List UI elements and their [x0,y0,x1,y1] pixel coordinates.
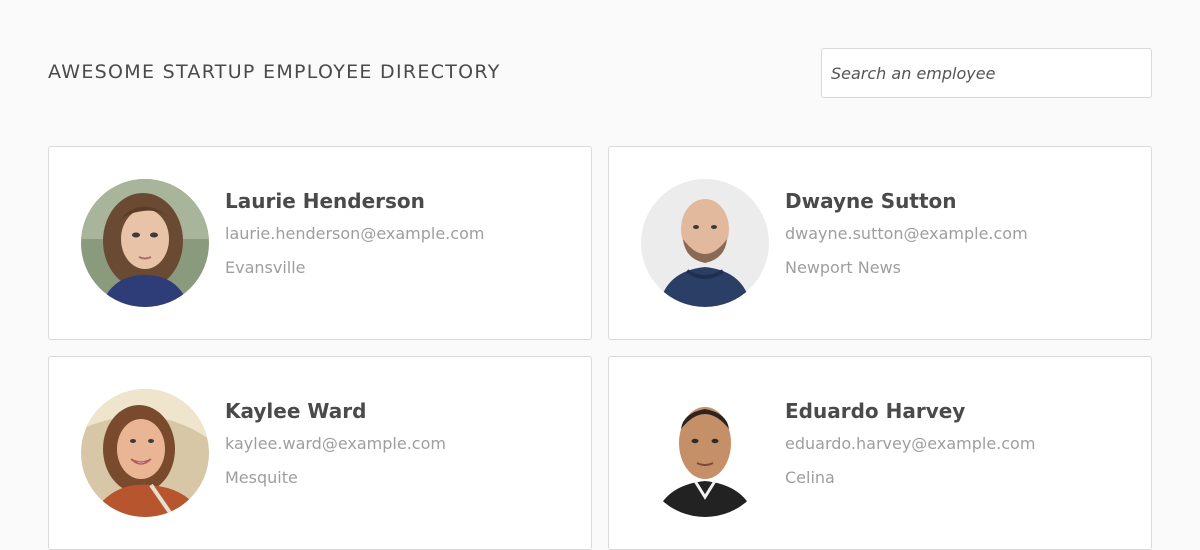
employee-card[interactable]: Kaylee Ward kaylee.ward@example.com Mesq… [48,356,592,550]
employee-email: dwayne.sutton@example.com [785,224,1028,243]
page-title: AWESOME STARTUP EMPLOYEE DIRECTORY [48,61,501,83]
header: AWESOME STARTUP EMPLOYEE DIRECTORY [48,48,1152,98]
employee-directory-page: AWESOME STARTUP EMPLOYEE DIRECTORY Searc… [0,0,1200,550]
employee-info: Kaylee Ward kaylee.ward@example.com Mesq… [225,397,446,489]
employee-card[interactable]: Eduardo Harvey eduardo.harvey@example.co… [608,356,1152,550]
employee-email: laurie.henderson@example.com [225,224,485,243]
employee-card[interactable]: Dwayne Sutton dwayne.sutton@example.com … [608,146,1152,340]
employee-info: Eduardo Harvey eduardo.harvey@example.co… [785,397,1035,489]
employee-name: Kaylee Ward [225,399,367,423]
employee-name: Dwayne Sutton [785,189,957,213]
search-input[interactable] [821,48,1152,98]
avatar-photo [641,179,769,307]
employee-info: Dwayne Sutton dwayne.sutton@example.com … [785,187,1028,279]
employee-name: Eduardo Harvey [785,399,966,423]
avatar [81,389,209,517]
employee-email: eduardo.harvey@example.com [785,434,1036,453]
employee-email: kaylee.ward@example.com [225,434,446,453]
employee-name: Laurie Henderson [225,189,425,213]
avatar-photo [641,389,769,517]
employee-city: Mesquite [225,468,298,487]
avatar-photo [81,179,209,307]
avatar [81,179,209,307]
employee-info: Laurie Henderson laurie.henderson@exampl… [225,187,484,279]
avatar-photo [81,389,209,517]
avatar [641,179,769,307]
employee-card[interactable]: Laurie Henderson laurie.henderson@exampl… [48,146,592,340]
avatar [641,389,769,517]
employee-city: Newport News [785,258,902,277]
employee-city: Celina [785,468,835,487]
employee-city: Evansville [225,258,306,277]
